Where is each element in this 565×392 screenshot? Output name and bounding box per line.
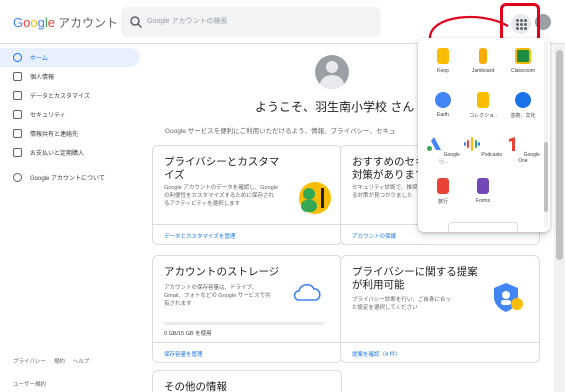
sidebar-item-label: 情報共有と連絡先 — [30, 132, 79, 138]
sidebar-item-payments[interactable]: お支払いと定期購入 — [0, 143, 150, 162]
storage-usage-bar — [164, 322, 324, 325]
lock-icon — [13, 110, 22, 119]
app-label: Earth — [437, 112, 449, 118]
app-jamboard[interactable]: Jamboard — [464, 48, 502, 74]
sidebar-item-label: 個人情報 — [30, 75, 55, 81]
travel-icon — [437, 178, 449, 194]
sidebar-item-people-sharing[interactable]: 情報共有と連絡先 — [0, 124, 150, 143]
app-label: Keep — [437, 68, 449, 74]
sidebar-item-label: Google アカウントについて — [30, 176, 105, 182]
review-suggestions-link[interactable]: 提案を確認（4 件） — [341, 342, 539, 362]
card-description: Google アカウントのデータを確認し、Google の利便性をカスタマイズす… — [164, 185, 278, 207]
collections-icon — [477, 92, 489, 108]
sidebar-item-about[interactable]: Google アカウントについて — [0, 168, 150, 187]
logo-letter: o — [30, 15, 38, 30]
id-card-icon — [13, 72, 22, 81]
terms-link[interactable]: 規約 — [54, 357, 65, 365]
app-google-one[interactable]: Google One — [504, 136, 542, 164]
home-icon — [13, 53, 22, 62]
google-apps-panel: Keep Jamboard Classroom Earth コレクショ.. 芸術… — [418, 38, 550, 232]
more-apps-button[interactable] — [448, 222, 518, 232]
storage-usage-text: 0 GB/15 GB を使用 — [164, 331, 212, 337]
sidebar-item-label: セキュリティ — [30, 113, 66, 119]
search-input[interactable]: Google アカウントの検索 — [121, 7, 381, 37]
app-label: 芸術、文化 — [510, 113, 536, 119]
storage-card[interactable]: アカウントのストレージ アカウントの保存容量は、ドライブ、Gmail、フォトなど… — [152, 255, 342, 363]
logo-letter: e — [47, 15, 55, 30]
app-classroom[interactable]: Classroom — [504, 48, 542, 74]
app-label: Google ⓒ.. — [439, 152, 460, 165]
page-scrollbar[interactable] — [554, 44, 565, 392]
app-forms[interactable]: Forms — [464, 178, 502, 204]
earth-icon — [435, 92, 451, 108]
logo-letter: g — [37, 15, 45, 30]
sidebar-item-security[interactable]: セキュリティ — [0, 105, 150, 124]
card-title: プライバシーとカスタマイズ — [164, 156, 280, 181]
help-link[interactable]: ヘルプ — [73, 357, 90, 365]
credit-card-icon — [13, 148, 22, 157]
keep-icon — [437, 48, 449, 64]
app-label: Podcasts — [481, 152, 502, 158]
info-icon — [13, 173, 22, 182]
people-icon — [13, 129, 22, 138]
jamboard-icon — [479, 48, 487, 64]
google-account-logo[interactable]: Google アカウント — [13, 14, 118, 31]
privacy-link[interactable]: プライバシー — [13, 357, 46, 365]
card-title: プライバシーに関する提案が利用可能 — [352, 266, 478, 291]
logo-letter: G — [13, 15, 24, 30]
forms-icon — [477, 178, 489, 194]
search-placeholder: Google アカウントの検索 — [147, 18, 228, 25]
card-description: プライバシー診断を行い、ご自身に合った設定を選択してください — [352, 297, 451, 311]
app-travel[interactable]: 旅行 — [424, 178, 462, 205]
ads-icon — [427, 137, 442, 151]
toggle-icon — [13, 91, 22, 100]
search-icon — [130, 16, 143, 29]
footer-links: プライバシー 規約 ヘルプ — [13, 357, 89, 365]
user-terms-link[interactable]: ユーザー規約 — [13, 380, 46, 388]
app-label: Jamboard — [471, 68, 495, 74]
sidebar: ホーム 個人情報 データとカスタマイズ セキュリティ 情報共有と連絡先 お支払い… — [0, 48, 150, 187]
app-arts-culture[interactable]: 芸術、文化 — [504, 92, 542, 119]
welcome-subtitle: Google サービスを便利にご利用いただけるよう、情報、プライバシー、セキュ — [165, 128, 396, 135]
shield-icon — [494, 283, 523, 312]
privacy-illustration-icon — [299, 182, 331, 214]
app-label: Google One — [518, 152, 540, 164]
app-earth[interactable]: Earth — [424, 92, 462, 118]
sidebar-item-personal-info[interactable]: 個人情報 — [0, 67, 150, 86]
app-podcasts[interactable]: Podcasts — [464, 136, 502, 158]
profile-avatar[interactable] — [315, 55, 349, 89]
logo-suffix: アカウント — [57, 16, 118, 30]
sidebar-item-data-privacy[interactable]: データとカスタマイズ — [0, 86, 150, 105]
app-google-ads[interactable]: Google ⓒ.. — [424, 136, 462, 165]
apps-panel-scrollbar[interactable] — [544, 42, 548, 227]
other-info-card[interactable]: その他の情報 — [152, 370, 342, 392]
card-title: アカウントのストレージ — [164, 266, 280, 278]
account-avatar[interactable] — [535, 14, 551, 30]
sidebar-item-label: ホーム — [30, 56, 48, 62]
privacy-customize-card[interactable]: プライバシーとカスタマイズ Google アカウントのデータを確認し、Googl… — [152, 145, 342, 245]
manage-data-link[interactable]: データとカスタマイズを管理 — [153, 224, 341, 244]
cloud-icon — [293, 283, 321, 301]
google-one-icon — [509, 137, 516, 151]
sidebar-item-label: データとカスタマイズ — [30, 94, 90, 100]
app-keep[interactable]: Keep — [424, 48, 462, 74]
app-collections[interactable]: コレクショ.. — [464, 92, 502, 119]
arts-culture-icon — [515, 92, 531, 108]
manage-storage-link[interactable]: 保存容量を管理 — [153, 342, 341, 362]
app-label: コレクショ.. — [469, 113, 497, 119]
sidebar-item-home[interactable]: ホーム — [0, 48, 140, 67]
app-label: 旅行 — [437, 199, 448, 205]
privacy-suggestions-card[interactable]: プライバシーに関する提案が利用可能 プライバシー診断を行い、ご自身に合った設定を… — [340, 255, 540, 363]
welcome-heading: ようこそ、羽生南小学校 さん — [255, 100, 415, 114]
card-description: アカウントの保存容量は、ドライブ、Gmail、フォトなどの Google サービ… — [164, 285, 271, 307]
app-label: Forms — [475, 198, 491, 204]
card-title: その他の情報 — [164, 381, 227, 392]
classroom-icon — [515, 48, 531, 64]
sidebar-item-label: お支払いと定期購入 — [30, 151, 85, 157]
app-label: Classroom — [511, 68, 535, 74]
podcasts-icon — [464, 137, 481, 151]
